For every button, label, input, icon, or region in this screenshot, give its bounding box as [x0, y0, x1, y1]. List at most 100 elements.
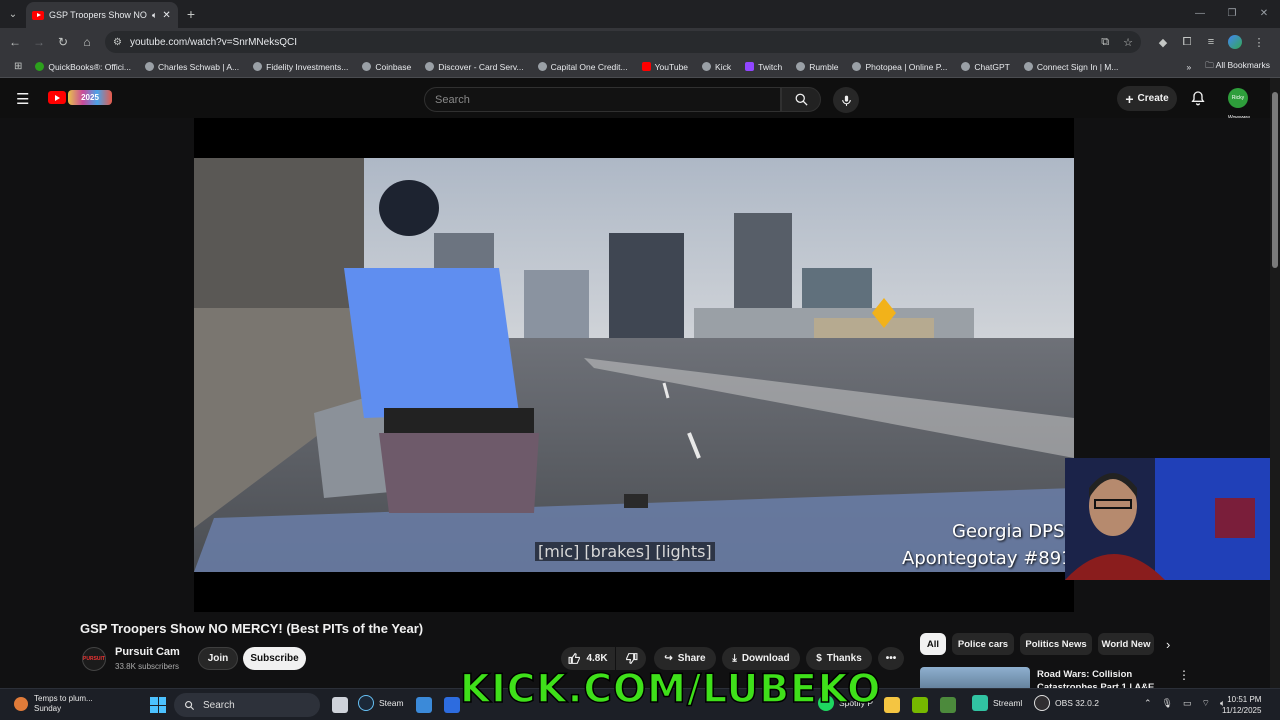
new-tab-button[interactable]: +: [178, 6, 204, 22]
create-label: Create: [1137, 93, 1169, 104]
channel-avatar[interactable]: PURSUIT: [82, 647, 106, 671]
bookmark-item[interactable]: ChatGPT: [954, 62, 1016, 72]
streamer-webcam: [1065, 458, 1280, 580]
site-info-icon[interactable]: ⚙: [113, 37, 122, 48]
page-scrollbar[interactable]: [1270, 78, 1280, 720]
url-text[interactable]: youtube.com/watch?v=SnrMNeksQCI: [130, 37, 1087, 48]
back-icon[interactable]: ←: [3, 35, 27, 49]
chip-all[interactable]: All: [920, 633, 946, 655]
video-title: GSP Troopers Show NO MERCY! (Best PITs o…: [80, 621, 424, 636]
forward-icon[interactable]: →: [27, 35, 51, 49]
bookmark-item[interactable]: Discover - Card Serv...: [418, 62, 530, 72]
youtube-doodle[interactable]: 2025: [68, 90, 112, 105]
bookmark-star-icon[interactable]: ☆: [1123, 36, 1133, 49]
tab-search-icon[interactable]: ⌄: [0, 0, 26, 28]
tray-display-icon[interactable]: ▭: [1183, 698, 1192, 709]
create-button[interactable]: + Create: [1117, 86, 1177, 111]
browser-menu-icon[interactable]: ⋮: [1247, 36, 1271, 49]
reload-icon[interactable]: ↻: [51, 35, 75, 49]
taskbar-app-obs[interactable]: OBS 32.0.2: [1034, 695, 1099, 711]
nvidia-icon[interactable]: [912, 697, 928, 713]
taskbar-search-label: Search: [203, 699, 235, 711]
profile-avatar-icon[interactable]: [1228, 35, 1242, 49]
tray-wifi-icon[interactable]: ⌔: [1202, 698, 1210, 709]
tab-close-icon[interactable]: ✕: [162, 10, 170, 21]
recommendation-title[interactable]: Road Wars: Collision Catastrophes Part 1…: [1037, 668, 1157, 690]
search-field[interactable]: [424, 87, 781, 112]
install-app-icon[interactable]: ⧉: [1101, 36, 1109, 49]
search-button[interactable]: [781, 87, 821, 112]
bookmark-favicon-icon: [702, 62, 712, 71]
home-icon[interactable]: ⌂: [75, 35, 99, 49]
bookmark-item[interactable]: Fidelity Investments...: [246, 62, 355, 72]
youtube-favicon-icon: [32, 10, 44, 20]
youtube-logo-icon[interactable]: [48, 91, 66, 104]
bookmark-favicon-icon: [35, 62, 45, 71]
apps-grid-icon[interactable]: ⊞: [8, 61, 28, 72]
video-frame[interactable]: [194, 158, 1074, 572]
subscribe-button[interactable]: Subscribe: [243, 647, 306, 670]
menu-hamburger-icon[interactable]: ☰: [16, 90, 29, 108]
system-tray: ⌃ 🎙︎ ▭ ⌔ 🔈︎: [1144, 698, 1225, 709]
omnibox[interactable]: ⚙ youtube.com/watch?v=SnrMNeksQCI ⧉ ☆: [105, 31, 1141, 53]
video-overlay-unit: Apontegotay #891: [902, 548, 1073, 569]
twitch-favicon-icon: [745, 62, 755, 71]
bookmark-favicon-icon: [796, 62, 806, 71]
taskbar-clock[interactable]: 10:51 PM 11/12/2025: [1222, 694, 1261, 716]
more-bookmarks-button[interactable]: »: [1187, 62, 1192, 72]
chip-politics-news[interactable]: Politics News: [1020, 633, 1092, 655]
minimize-icon[interactable]: —: [1184, 0, 1216, 28]
join-button[interactable]: Join: [198, 647, 238, 670]
bookmark-item[interactable]: Rumble: [789, 62, 845, 72]
channel-name[interactable]: Pursuit Cam: [115, 646, 180, 658]
task-view-icon[interactable]: [332, 697, 348, 713]
obs-icon: [1034, 695, 1050, 711]
speaker-icon[interactable]: 🔈︎: [152, 10, 157, 21]
recommendation-menu-icon[interactable]: ⋮: [1178, 668, 1190, 682]
youtube-favicon-icon: [641, 62, 651, 71]
browser-tab-strip: ⌄ GSP Troopers Show NO MERCY! (Best PITs…: [0, 0, 1280, 28]
taskbar-app-icon[interactable]: [416, 697, 432, 713]
taskbar-app-streamlabs[interactable]: Streaml: [972, 695, 1022, 711]
bookmark-item[interactable]: Capital One Credit...: [531, 62, 635, 72]
window-close-icon[interactable]: ✕: [1248, 0, 1280, 28]
bookmark-item[interactable]: Kick: [695, 62, 738, 72]
bookmarks-bar: ⊞ QuickBooks®: Offici... Charles Schwab …: [0, 56, 1280, 78]
bookmark-item[interactable]: Connect Sign In | M...: [1017, 62, 1126, 72]
bookmark-favicon-icon: [145, 62, 155, 71]
bookmark-item[interactable]: Photopea | Online P...: [845, 62, 954, 72]
maximize-icon[interactable]: ❐: [1216, 0, 1248, 28]
bookmark-item[interactable]: QuickBooks®: Offici...: [28, 62, 138, 72]
browser-tab[interactable]: GSP Troopers Show NO MERCY! (Best PITs o…: [26, 2, 178, 28]
bookmark-item[interactable]: YouTube: [635, 62, 695, 72]
extension-icon[interactable]: ◆: [1151, 36, 1175, 49]
weather-widget[interactable]: Temps to plum... Sunday: [14, 694, 93, 714]
share-icon: ↪: [664, 653, 673, 664]
media-controls-icon[interactable]: ≡: [1199, 36, 1223, 48]
bookmark-item[interactable]: Charles Schwab | A...: [138, 62, 246, 72]
taskbar-app-steam[interactable]: Steam: [358, 695, 404, 711]
bookmark-item[interactable]: Coinbase: [355, 62, 418, 72]
taskbar-app-icon[interactable]: [940, 697, 956, 713]
chip-world-news[interactable]: World New: [1098, 633, 1154, 655]
taskbar-app-icon[interactable]: [444, 697, 460, 713]
all-bookmarks-button[interactable]: 🗀︎ All Bookmarks: [1205, 60, 1270, 74]
tray-mic-icon[interactable]: 🎙︎: [1162, 698, 1173, 709]
taskbar-search[interactable]: Search: [174, 693, 320, 717]
notifications-bell-icon[interactable]: [1190, 90, 1206, 111]
account-avatar[interactable]: Ricky Wowwww: [1228, 88, 1250, 121]
channel-subscriber-count: 33.8K subscribers: [115, 662, 180, 671]
voice-search-button[interactable]: [833, 87, 859, 113]
file-explorer-icon[interactable]: [884, 697, 900, 713]
tray-chevron-icon[interactable]: ⌃: [1144, 698, 1152, 709]
bookmark-favicon-icon: [253, 62, 263, 71]
chips-next-chevron-icon[interactable]: ›: [1166, 637, 1170, 652]
search-input[interactable]: [435, 93, 780, 106]
extensions-puzzle-icon[interactable]: ⧠: [1175, 36, 1199, 49]
scrollbar-thumb[interactable]: [1272, 92, 1278, 268]
bookmark-item[interactable]: Twitch: [738, 62, 789, 72]
chip-police-cars[interactable]: Police cars: [952, 633, 1014, 655]
bookmark-favicon-icon: [852, 62, 862, 71]
windows-start-icon[interactable]: [150, 697, 166, 713]
more-actions-button[interactable]: •••: [878, 647, 904, 670]
